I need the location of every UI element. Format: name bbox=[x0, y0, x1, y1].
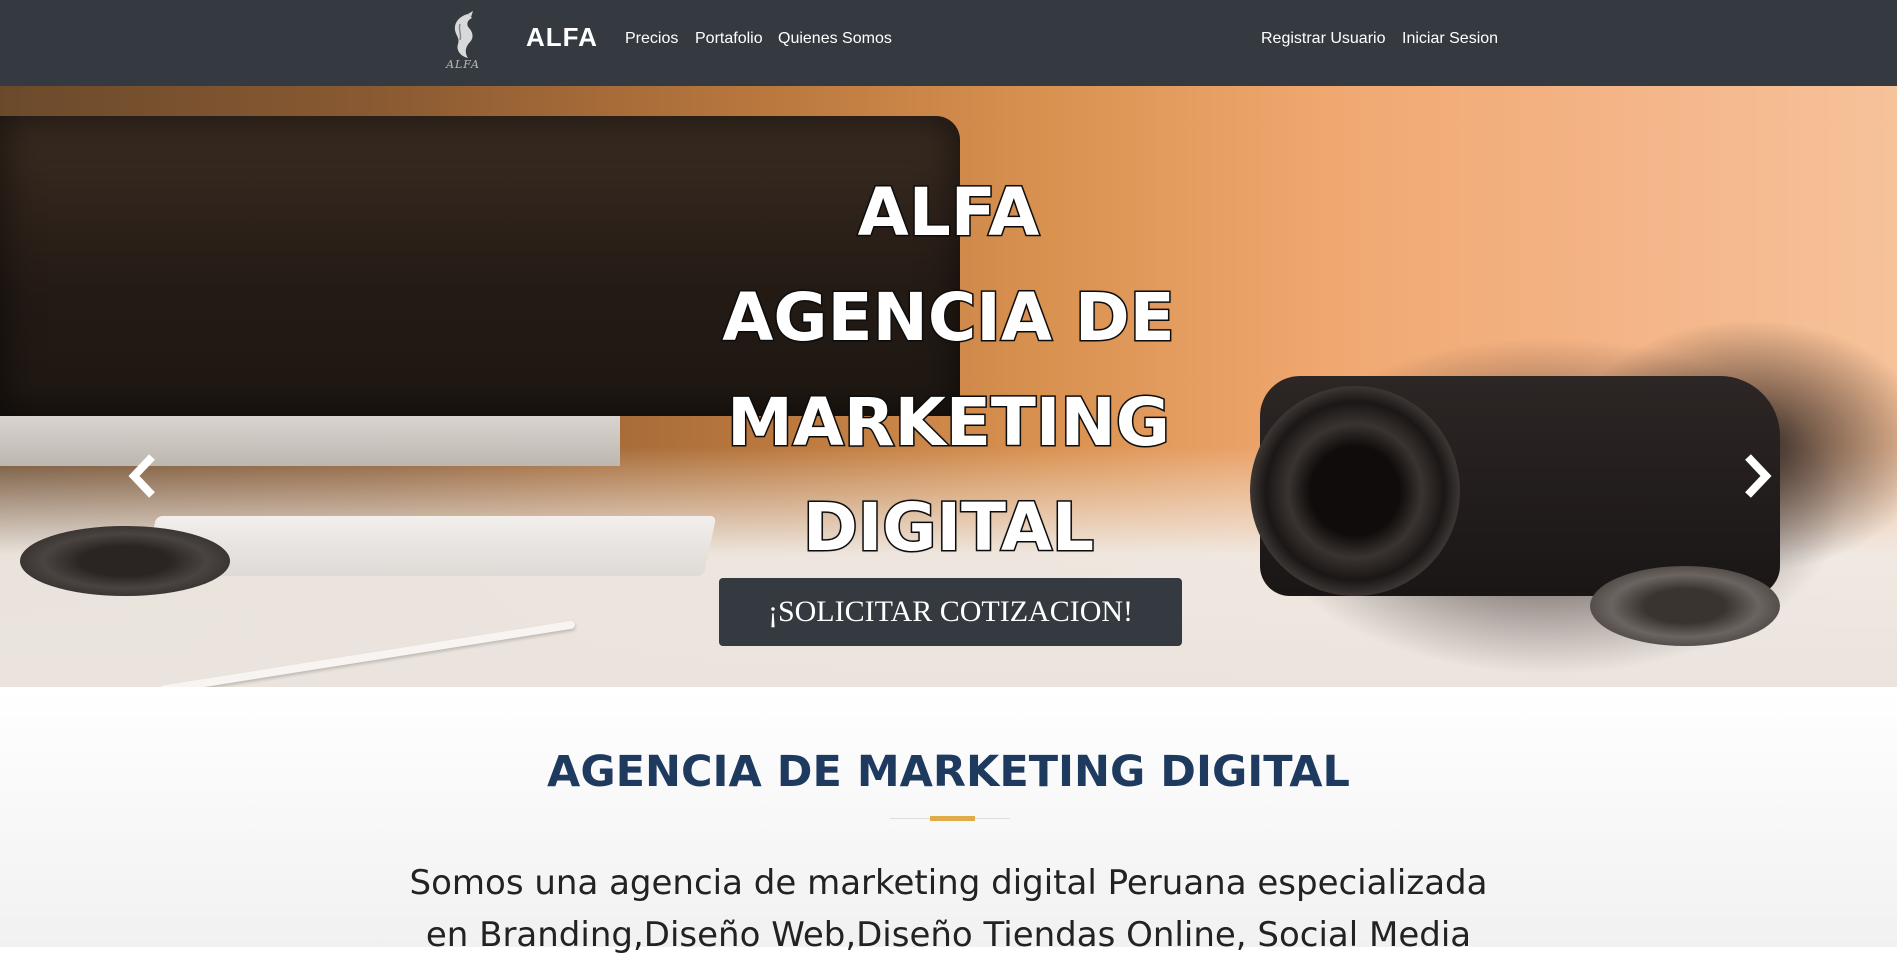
horse-logo-icon bbox=[454, 11, 473, 58]
hero-title-line: ALFA bbox=[856, 173, 1041, 253]
hero-title-line: MARKETING bbox=[726, 383, 1172, 463]
nav-link-iniciar-sesion[interactable]: Iniciar Sesion bbox=[1402, 30, 1498, 48]
hero-title-line: AGENCIA DE bbox=[721, 278, 1177, 358]
logo-caption: ALFA bbox=[446, 58, 480, 71]
brand-name[interactable]: ALFA bbox=[526, 22, 598, 53]
brand-logo[interactable]: ALFA bbox=[440, 10, 486, 74]
nav-link-registrar-usuario[interactable]: Registrar Usuario bbox=[1261, 30, 1385, 48]
nav-link-portafolio[interactable]: Portafolio bbox=[695, 30, 763, 48]
about-section: AGENCIA DE MARKETING DIGITAL Somos una a… bbox=[0, 687, 1897, 955]
top-navbar: ALFA ALFA Precios Portafolio Quienes Som… bbox=[0, 0, 1897, 86]
hero-bg-pen bbox=[159, 620, 576, 687]
nav-link-quienes-somos[interactable]: Quienes Somos bbox=[778, 30, 892, 48]
request-quote-button[interactable]: ¡SOLICITAR COTIZACION! bbox=[719, 578, 1182, 646]
nav-link-precios[interactable]: Precios bbox=[625, 30, 678, 48]
section-title: AGENCIA DE MARKETING DIGITAL bbox=[547, 747, 1350, 797]
hero-title: ALFA AGENCIA DE MARKETING DIGITAL bbox=[0, 160, 1897, 580]
title-divider-accent bbox=[930, 816, 975, 821]
hero-title-line: DIGITAL bbox=[801, 488, 1095, 568]
about-description: Somos una agencia de marketing digital P… bbox=[409, 863, 1488, 955]
